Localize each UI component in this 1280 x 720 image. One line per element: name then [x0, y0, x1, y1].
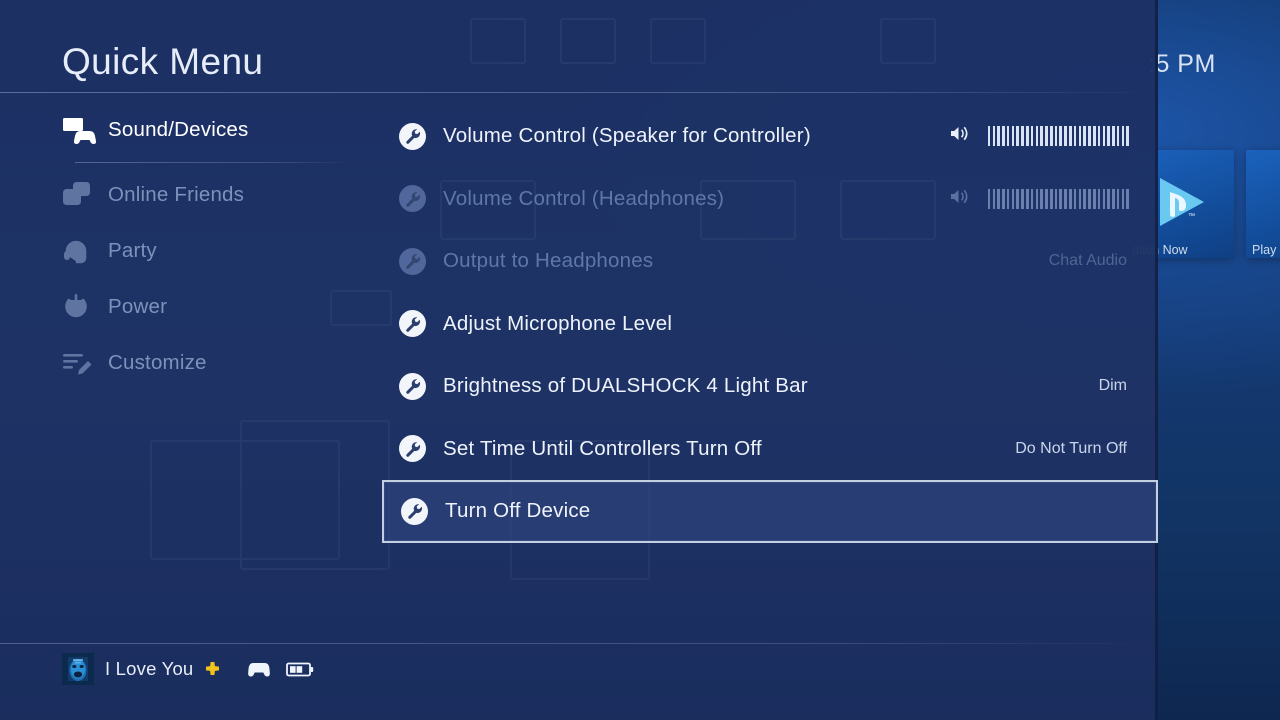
wrench-icon — [401, 497, 445, 525]
controller-icon — [248, 662, 271, 677]
menu-row[interactable]: Volume Control (Headphones) — [382, 168, 1158, 231]
menu-row-label: Brightness of DUALSHOCK 4 Light Bar — [443, 374, 808, 398]
tile-label-playstation-video: Play — [1252, 243, 1277, 257]
sidebar-item-label: Customize — [108, 350, 207, 374]
menu-row-label: Set Time Until Controllers Turn Off — [443, 436, 762, 460]
sidebar-item-label: Online Friends — [108, 182, 245, 206]
sidebar: Sound/Devices Online Friends Party Power… — [62, 108, 362, 397]
avatar[interactable] — [62, 653, 94, 685]
menu-row[interactable]: Output to Headphones Chat Audio — [382, 230, 1158, 293]
wrench-icon — [399, 372, 443, 400]
footer-status-bar: I Love You — [62, 653, 314, 685]
home-clock: :5 PM — [1148, 50, 1216, 78]
playstation-plus-icon — [204, 661, 221, 678]
sidebar-item-customize[interactable]: Customize — [62, 341, 362, 384]
playstation-video-icon — [1269, 171, 1280, 238]
menu-row-value: Chat Audio — [1048, 252, 1127, 270]
menu-row-label: Adjust Microphone Level — [443, 311, 673, 335]
sidebar-divider — [75, 162, 351, 163]
sidebar-item-label: Sound/Devices — [108, 117, 249, 141]
battery-icon — [286, 662, 314, 677]
page-title: Quick Menu — [62, 41, 264, 82]
power-icon — [62, 293, 108, 321]
menu-row-label: Output to Headphones — [443, 249, 654, 273]
speaker-icon — [949, 188, 969, 210]
sidebar-item-online-friends[interactable]: Online Friends — [62, 173, 362, 216]
quick-menu-list: Volume Control (Speaker for Controller) V… — [382, 105, 1158, 543]
menu-row[interactable]: Brightness of DUALSHOCK 4 Light Bar Dim — [382, 355, 1158, 418]
volume-slider[interactable] — [949, 125, 1129, 147]
menu-row-label: Volume Control (Headphones) — [443, 186, 725, 210]
user-name: I Love You — [105, 658, 194, 679]
friends-icon — [62, 181, 108, 209]
sidebar-item-sound-devices[interactable]: Sound/Devices — [62, 108, 362, 151]
menu-row-label: Turn Off Device — [445, 499, 591, 523]
volume-meter — [987, 188, 1129, 209]
menu-row-value: Dim — [1098, 377, 1127, 395]
customize-pencil-icon — [62, 350, 108, 376]
volume-meter — [987, 126, 1129, 147]
speaker-icon — [949, 125, 969, 147]
sidebar-item-power[interactable]: Power — [62, 285, 362, 328]
svg-text:™: ™ — [1188, 213, 1195, 220]
menu-row[interactable]: Adjust Microphone Level — [382, 293, 1158, 356]
volume-slider[interactable] — [949, 188, 1129, 210]
wrench-icon — [399, 247, 443, 275]
sidebar-item-label: Power — [108, 294, 168, 318]
sidebar-item-party[interactable]: Party — [62, 229, 362, 272]
quick-menu-overlay: Quick Menu Sound/Devices Online Friends … — [0, 0, 1158, 720]
wrench-icon — [399, 185, 443, 213]
menu-row-label: Volume Control (Speaker for Controller) — [443, 124, 811, 148]
header-divider — [0, 92, 1158, 93]
menu-row[interactable]: Turn Off Device — [382, 480, 1158, 543]
keyboard-controller-icon — [62, 116, 108, 144]
footer-divider — [0, 643, 1158, 644]
wrench-icon — [399, 122, 443, 150]
menu-row[interactable]: Set Time Until Controllers Turn Off Do No… — [382, 418, 1158, 481]
wrench-icon — [399, 310, 443, 338]
menu-row-value: Do Not Turn Off — [1015, 439, 1127, 457]
sidebar-item-label: Party — [108, 238, 157, 262]
headset-icon — [62, 236, 108, 266]
wrench-icon — [399, 435, 443, 463]
menu-row[interactable]: Volume Control (Speaker for Controller) — [382, 105, 1158, 168]
tile-playstation-video[interactable] — [1246, 150, 1280, 258]
